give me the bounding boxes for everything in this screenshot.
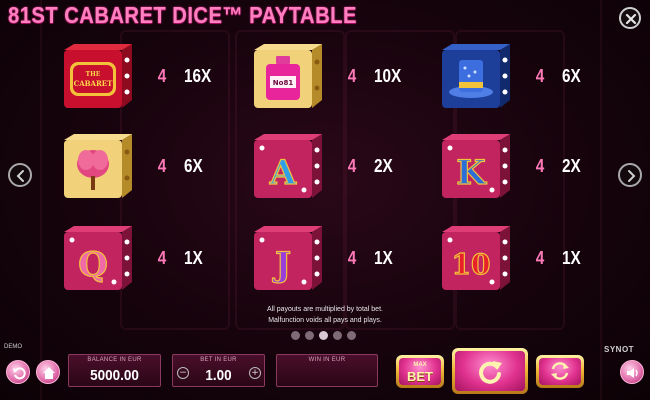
max-bet-button[interactable]: MAX BET [396, 355, 444, 388]
page-dot[interactable] [305, 331, 314, 340]
speaker-icon [627, 368, 638, 378]
max-bet-top-label: MAX [413, 362, 427, 368]
symbol-multiplier: 1X [374, 248, 393, 268]
home-icon [43, 367, 55, 379]
paytable-entry: No81 4 10X [250, 40, 430, 112]
page-dot[interactable] [291, 331, 300, 340]
svg-text:Q: Q [78, 245, 108, 285]
perfume-die-symbol: No81 [254, 44, 322, 108]
symbol-count: 4 [157, 66, 167, 86]
chevron-left-icon [16, 170, 24, 182]
page-dot-active[interactable] [319, 331, 328, 340]
chevron-right-icon [628, 170, 636, 182]
symbol-count: 4 [535, 156, 545, 176]
autoplay-button[interactable] [536, 355, 584, 388]
symbol-multiplier: 16X [184, 66, 212, 86]
paytable-entry: A 4 2X [250, 130, 430, 202]
bet-value: 1.00 [205, 367, 232, 384]
svg-text:10: 10 [452, 248, 491, 281]
symbol-count: 4 [347, 248, 357, 268]
symbol-multiplier: 2X [374, 156, 393, 176]
balance-label: BALANCE IN EUR [87, 357, 142, 363]
sound-button[interactable] [620, 360, 644, 384]
brand-logo: SYNOT [604, 345, 635, 354]
next-page-button[interactable] [618, 163, 642, 187]
symbol-count: 4 [535, 248, 545, 268]
paytable-entry: J 4 1X [250, 222, 430, 294]
bet-decrease-button[interactable]: − [177, 367, 189, 379]
bet-increase-button[interactable]: + [249, 367, 261, 379]
back-arrow-icon [13, 367, 26, 380]
symbol-count: 4 [157, 156, 167, 176]
paytable-entry: Q 4 1X [60, 222, 240, 294]
symbol-multiplier: 1X [562, 248, 581, 268]
win-panel: WIN IN EUR [276, 354, 378, 387]
background-line [40, 0, 42, 400]
svg-text:THE: THE [86, 71, 101, 78]
payout-note: All payouts are multiplied by total bet. [267, 306, 383, 313]
symbol-multiplier: 6X [184, 156, 203, 176]
queen-die-symbol: Q [64, 226, 132, 290]
symbol-multiplier: 10X [374, 66, 402, 86]
close-icon [625, 13, 637, 25]
paytable-entry: 10 4 1X [438, 222, 618, 294]
top-hat-die-symbol [442, 44, 510, 108]
spin-button[interactable] [452, 348, 528, 394]
paytable-entry: 4 6X [438, 40, 618, 112]
paytable-entry: 4 6X [60, 130, 240, 202]
max-bet-bottom-label: BET [407, 369, 433, 384]
symbol-multiplier: 6X [562, 66, 581, 86]
cabaret-die-symbol: THE CABARET [64, 44, 132, 108]
paytable-entry: K 4 2X [438, 130, 618, 202]
bet-label: BET IN EUR [200, 357, 237, 363]
back-button[interactable] [6, 360, 30, 384]
bet-panel: BET IN EUR 1.00 − + [172, 354, 265, 387]
king-die-symbol: K [442, 134, 510, 198]
svg-text:K: K [456, 153, 487, 193]
balance-value: 5000.00 [90, 367, 139, 384]
paytable-title: 81ST CABARET DICE™ PAYTABLE [8, 2, 357, 28]
home-button[interactable] [36, 360, 60, 384]
paytable-entry: THE CABARET 4 16X [60, 40, 240, 112]
jack-die-symbol: J [254, 226, 322, 290]
win-label: WIN IN EUR [308, 357, 346, 363]
svg-text:J: J [272, 245, 291, 285]
demo-label: DEMO [4, 344, 22, 350]
feather-fan-die-symbol [64, 134, 132, 198]
paytable-grid: THE CABARET 4 16X No81 4 10X 4 6X 4 6X A… [60, 40, 600, 290]
close-button[interactable] [619, 7, 641, 29]
svg-text:No81: No81 [273, 79, 294, 87]
balance-panel: BALANCE IN EUR 5000.00 [68, 354, 161, 387]
symbol-count: 4 [535, 66, 545, 86]
symbol-count: 4 [347, 66, 357, 86]
page-dot[interactable] [333, 331, 342, 340]
previous-page-button[interactable] [8, 163, 32, 187]
symbol-multiplier: 2X [562, 156, 581, 176]
game-stage: 81ST CABARET DICE™ PAYTABLE THE CABARET … [0, 0, 650, 400]
ace-die-symbol: A [254, 134, 322, 198]
page-indicator [291, 331, 371, 341]
svg-text:CABARET: CABARET [74, 79, 114, 88]
symbol-count: 4 [157, 248, 167, 268]
symbol-multiplier: 1X [184, 248, 203, 268]
autoplay-icon [551, 362, 569, 380]
symbol-count: 4 [347, 156, 357, 176]
svg-text:A: A [269, 153, 297, 193]
ten-die-symbol: 10 [442, 226, 510, 290]
spin-icon [479, 361, 502, 384]
page-dot[interactable] [347, 331, 356, 340]
malfunction-note: Malfunction voids all pays and plays. [268, 317, 382, 324]
